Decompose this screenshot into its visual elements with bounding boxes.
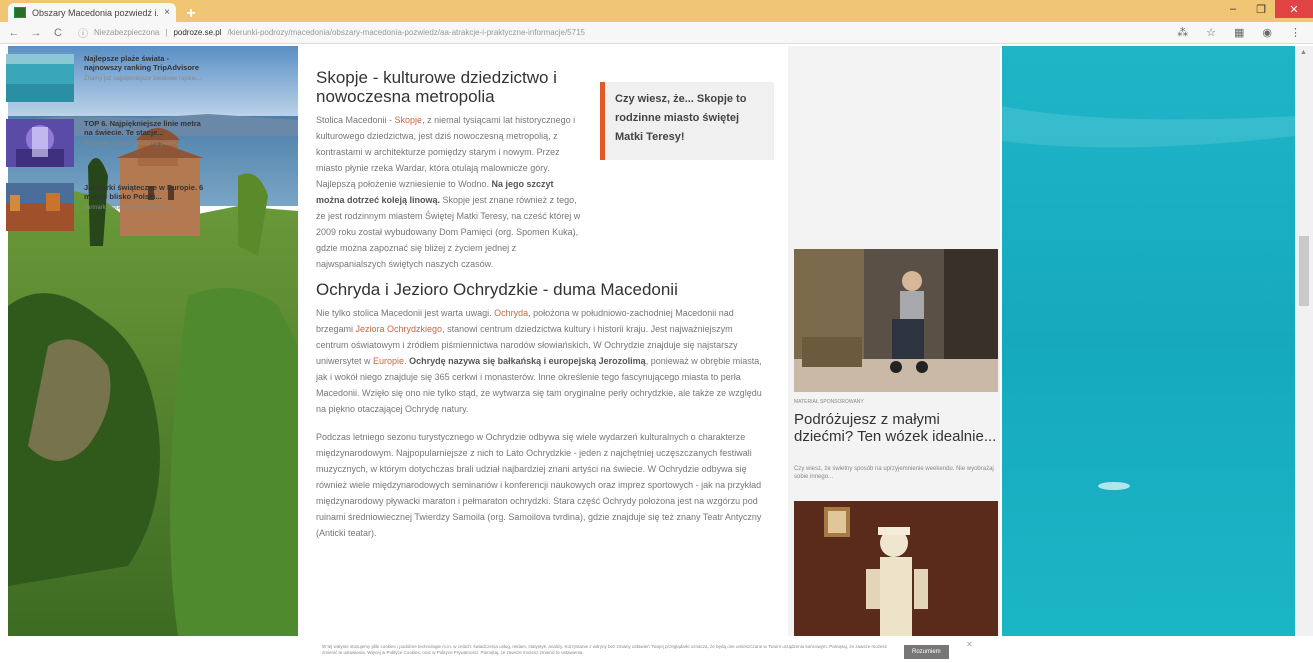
link-europa[interactable]: Europie xyxy=(373,356,404,366)
heading-ochryda: Ochryda i Jezioro Ochrydzkie - duma Mace… xyxy=(316,280,678,299)
promo-image-stroller[interactable] xyxy=(794,249,998,392)
sidebar-item-title[interactable]: TOP 6. Najpiękniejsze linie metra na świ… xyxy=(84,119,206,137)
back-button[interactable]: ← xyxy=(8,27,20,39)
background-image-right xyxy=(1002,46,1295,636)
promo-title[interactable]: Podróżujesz z małymi dziećmi? Ten wózek … xyxy=(794,411,998,445)
cookie-accept-button[interactable]: Rozumiem xyxy=(904,644,949,659)
link-jezioro-ochrydzkie[interactable]: Jeziora Ochrydzkiego xyxy=(356,324,443,334)
security-label: Niezabezpieczona xyxy=(94,28,160,37)
thumbnail-metro xyxy=(6,119,74,167)
scroll-up-icon[interactable]: ▲ xyxy=(1300,49,1307,56)
sidebar-item-title[interactable]: Najlepsze plaże świata - najnowszy ranki… xyxy=(84,54,206,72)
account-icon[interactable]: ◉ xyxy=(1262,26,1272,39)
address-bar: ← → C ⓘ Niezabezpieczona | podroze.se.pl… xyxy=(0,22,1313,44)
thumbnail-market xyxy=(6,183,74,231)
sidebar-item[interactable]: Jarmarki świąteczne w Europie. 6 miejsc … xyxy=(6,183,206,231)
text-span: Nie tylko stolica Macedonii jest warta u… xyxy=(316,308,495,318)
cookie-text: W tej witrynie stosujemy pliki cookies i… xyxy=(322,643,887,655)
new-tab-button[interactable]: + xyxy=(182,5,200,22)
paragraph-festiwale: Podczas letniego sezonu turystycznego w … xyxy=(316,432,762,538)
sidebar-item[interactable]: TOP 6. Najpiękniejsze linie metra na świ… xyxy=(6,119,206,167)
minimize-button[interactable]: – xyxy=(1219,0,1247,18)
favicon-icon xyxy=(14,7,26,18)
maximize-button[interactable]: ❐ xyxy=(1247,0,1275,18)
url-path: /kierunki-podrozy/macedonia/obszary-mace… xyxy=(227,28,585,37)
close-window-button[interactable]: ✕ xyxy=(1275,0,1313,18)
bookmark-star-icon[interactable]: ☆ xyxy=(1206,26,1216,39)
reload-button[interactable]: C xyxy=(52,27,64,39)
tab-close-icon[interactable]: × xyxy=(164,7,170,18)
sidebar-item-title[interactable]: Jarmarki świąteczne w Europie. 6 miejsc … xyxy=(84,183,206,201)
translate-icon[interactable]: ⁂ xyxy=(1177,26,1188,39)
browser-tab[interactable]: Obszary Macedonia pozwiedź i... × xyxy=(8,3,176,22)
sidebar-item-desc: Jarmarki świąteczne w Europie ... xyxy=(84,205,174,211)
promo-desc: Czy wiesz, że świetny sposób na uprzyjem… xyxy=(794,466,994,480)
cookie-close-icon[interactable]: ✕ xyxy=(966,640,973,649)
url-field[interactable]: ⓘ Niezabezpieczona | podroze.se.pl/kieru… xyxy=(78,25,1078,40)
tab-bar: Obszary Macedonia pozwiedź i... × + – ❐ … xyxy=(0,0,1313,22)
sponsored-label: MATERIAŁ SPONSOROWANY xyxy=(794,399,864,405)
heading-skopje: Skopje - kulturowe dziedzictwo i nowocze… xyxy=(316,68,557,106)
bold-text: Ochrydę nazywa się bałkańską i europejsk… xyxy=(409,356,646,366)
menu-icon[interactable]: ⋮ xyxy=(1290,26,1301,39)
tab-title: Obszary Macedonia pozwiedź i... xyxy=(32,7,159,18)
text-span: Stolica Macedonii - xyxy=(316,115,395,125)
sidebar-item[interactable]: Najlepsze plaże świata - najnowszy ranki… xyxy=(6,54,206,102)
paragraph-ochryda: Nie tylko stolica Macedonii jest warta u… xyxy=(316,305,762,417)
info-icon[interactable]: ⓘ xyxy=(78,25,88,40)
cookie-banner: W tej witrynie stosujemy pliki cookies i… xyxy=(0,636,1313,663)
forward-button[interactable]: → xyxy=(30,27,42,39)
scrollbar-thumb[interactable] xyxy=(1299,236,1309,306)
url-host: podroze.se.pl xyxy=(173,28,222,37)
promo-image-statue[interactable] xyxy=(794,501,998,636)
text-span: , z niemal tysiącami lat historycznego i… xyxy=(316,115,576,189)
page-scrollbar[interactable]: ▲ xyxy=(1296,46,1313,636)
paragraph-skopje: Stolica Macedonii - Skopje, z niemal tys… xyxy=(316,112,581,272)
link-skopje[interactable]: Skopje xyxy=(395,115,423,125)
sidebar-item-desc: Kolorowe, sztuka i pełnia na pewnych... xyxy=(84,141,190,147)
did-you-know-box: Czy wiesz, że... Skopje to rodzinne mias… xyxy=(600,82,774,160)
link-ochryda[interactable]: Ochryda xyxy=(494,308,528,318)
thumbnail-beach xyxy=(6,54,74,102)
extension-icon[interactable]: ▦ xyxy=(1234,26,1244,39)
text-span: Skopje jest znane również z tego, że jes… xyxy=(316,195,581,269)
window-controls: – ❐ ✕ xyxy=(1219,0,1313,18)
sidebar-item-desc: Znamy już najpiękniejsze światowe rajski… xyxy=(84,76,202,82)
